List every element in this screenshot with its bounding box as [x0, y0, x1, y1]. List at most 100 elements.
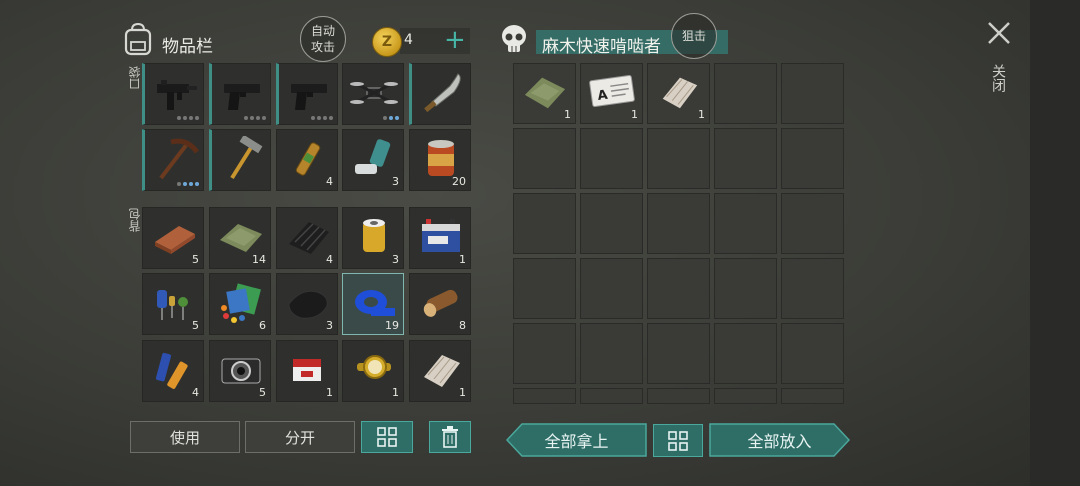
backpack-slot[interactable]: 14 — [209, 207, 271, 269]
loot-slot[interactable]: 1 — [513, 63, 576, 124]
loot-slot[interactable]: A 1 — [580, 63, 643, 124]
loot-slot[interactable] — [781, 63, 844, 124]
loot-slot[interactable] — [580, 323, 643, 384]
sort-inventory-button[interactable] — [361, 421, 413, 453]
loot-slot[interactable] — [647, 323, 710, 384]
put-all-label: 全部放入 — [747, 432, 812, 451]
id-card-icon: A — [589, 74, 635, 108]
loot-slot[interactable] — [580, 388, 643, 404]
loot-slot[interactable] — [513, 258, 576, 319]
loot-slot[interactable] — [647, 193, 710, 254]
loot-slot[interactable] — [714, 258, 777, 319]
backpack-slot[interactable]: 1 — [276, 340, 338, 402]
loot-slot[interactable]: 1 — [647, 63, 710, 124]
close-icon — [988, 22, 1010, 44]
use-button[interactable]: 使用 — [130, 421, 240, 453]
loot-slot[interactable] — [647, 128, 710, 189]
loot-slot[interactable] — [580, 128, 643, 189]
item-count: 1 — [326, 386, 333, 399]
backpack-slot[interactable]: 6 — [209, 273, 271, 335]
close-button[interactable] — [986, 20, 1012, 50]
item-count: 5 — [192, 253, 199, 266]
uzi-icon — [157, 80, 197, 110]
add-coins-button[interactable]: + — [444, 26, 466, 54]
loot-slot[interactable] — [580, 193, 643, 254]
item-count: 3 — [392, 175, 399, 188]
loot-slot[interactable] — [513, 193, 576, 254]
trash-icon — [442, 426, 458, 448]
item-count: 3 — [392, 253, 399, 266]
pocket-slot[interactable] — [276, 63, 338, 125]
loot-slot[interactable] — [647, 258, 710, 319]
loot-slot[interactable] — [714, 128, 777, 189]
pocket-slot[interactable] — [142, 129, 204, 191]
backpack-slot[interactable]: 5 — [142, 207, 204, 269]
take-all-button[interactable]: 全部拿上 — [506, 423, 647, 457]
pickaxe-icon — [159, 138, 200, 180]
backpack-slot[interactable]: 4 — [276, 207, 338, 269]
loot-slot[interactable] — [781, 388, 844, 404]
put-all-button[interactable]: 全部放入 — [709, 423, 850, 457]
item-count: 5 — [259, 386, 266, 399]
loot-slot[interactable] — [513, 323, 576, 384]
delete-button[interactable] — [429, 421, 471, 453]
pocket-slot[interactable]: 4 — [276, 129, 338, 191]
item-count: 1 — [698, 108, 705, 121]
item-count: 4 — [192, 386, 199, 399]
backpack-icon — [124, 22, 152, 56]
pocket-slot[interactable] — [209, 63, 271, 125]
id-card-letter: A — [597, 88, 609, 104]
backpack-label: 背包 — [128, 208, 142, 232]
item-count: 3 — [326, 319, 333, 332]
durability-dots — [177, 116, 199, 120]
item-count: 19 — [385, 319, 399, 332]
item-count: 1 — [459, 386, 466, 399]
backpack-slot[interactable]: 5 — [209, 340, 271, 402]
backpack-slot[interactable]: 4 — [142, 340, 204, 402]
item-count: 1 — [564, 108, 571, 121]
loot-slot[interactable] — [781, 323, 844, 384]
pocket-slot[interactable] — [209, 129, 271, 191]
loot-slot[interactable] — [513, 388, 576, 404]
loot-slot[interactable] — [647, 388, 710, 404]
item-count: 14 — [252, 253, 266, 266]
backpack-slot[interactable]: 1 — [409, 340, 471, 402]
loot-slot[interactable] — [580, 258, 643, 319]
auto-attack-label-line1: 自动 — [310, 24, 335, 38]
item-count: 20 — [452, 175, 466, 188]
loot-slot[interactable] — [513, 128, 576, 189]
loot-slot[interactable] — [714, 388, 777, 404]
pocket-slot[interactable] — [409, 63, 471, 125]
coin-icon: Z — [372, 27, 402, 57]
close-label: 关闭 — [990, 64, 1006, 92]
loot-slot[interactable] — [714, 63, 777, 124]
sort-loot-button[interactable] — [653, 424, 703, 457]
pistol-icon — [224, 84, 260, 110]
loot-slot[interactable] — [714, 323, 777, 384]
rope-icon — [662, 77, 698, 109]
durability-dots — [311, 116, 333, 120]
backpack-slot[interactable]: 1 — [342, 340, 404, 402]
loot-slot[interactable] — [714, 193, 777, 254]
backpack-slot[interactable]: 8 — [409, 273, 471, 335]
auto-attack-button[interactable]: 自动 攻击 — [300, 16, 346, 62]
loot-slot[interactable] — [781, 128, 844, 189]
pocket-slot[interactable] — [342, 63, 404, 125]
durability-dots — [244, 116, 266, 120]
pocket-slot[interactable]: 20 — [409, 129, 471, 191]
backpack-slot[interactable]: 1 — [409, 207, 471, 269]
backpack-slot[interactable]: 5 — [142, 273, 204, 335]
loot-slot[interactable] — [781, 193, 844, 254]
backpack-slot[interactable]: 3 — [342, 207, 404, 269]
item-count: 8 — [459, 319, 466, 332]
snipe-tag[interactable]: 狙击 — [671, 13, 717, 59]
pocket-slot[interactable] — [142, 63, 204, 125]
backpack-slot-selected[interactable]: 19 — [342, 273, 404, 335]
hammer-icon — [230, 136, 263, 180]
grid-sort-icon — [377, 427, 397, 447]
loot-slot[interactable] — [781, 258, 844, 319]
split-button[interactable]: 分开 — [245, 421, 355, 453]
pocket-slot[interactable]: 3 — [342, 129, 404, 191]
backpack-slot[interactable]: 3 — [276, 273, 338, 335]
item-count: 5 — [192, 319, 199, 332]
